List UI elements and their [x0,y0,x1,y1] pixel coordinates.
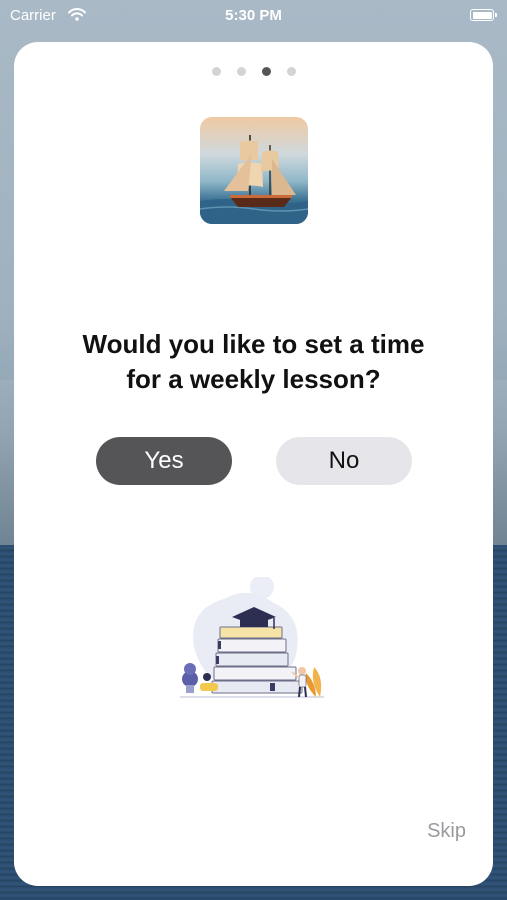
page-dot-2[interactable] [236,67,246,76]
question-text: Would you like to set a time for a weekl… [14,327,493,397]
battery-icon [470,9,497,21]
question-line-2: for a weekly lesson? [126,364,381,394]
question-line-1: Would you like to set a time [82,329,425,359]
page-dot-3-active[interactable] [261,67,271,76]
page-dot-1[interactable] [211,67,221,76]
no-button[interactable]: No [276,437,412,485]
graduation-books-illustration [174,575,334,707]
skip-button[interactable]: Skip [427,820,466,843]
page-indicator[interactable] [14,67,493,76]
page-dot-4[interactable] [286,67,296,76]
clock-time: 5:30 PM [225,7,282,24]
sailing-ship-image [200,117,308,224]
yes-button[interactable]: Yes [96,437,232,485]
onboarding-card: Would you like to set a time for a weekl… [14,42,493,886]
status-bar: Carrier 5:30 PM [0,0,507,32]
